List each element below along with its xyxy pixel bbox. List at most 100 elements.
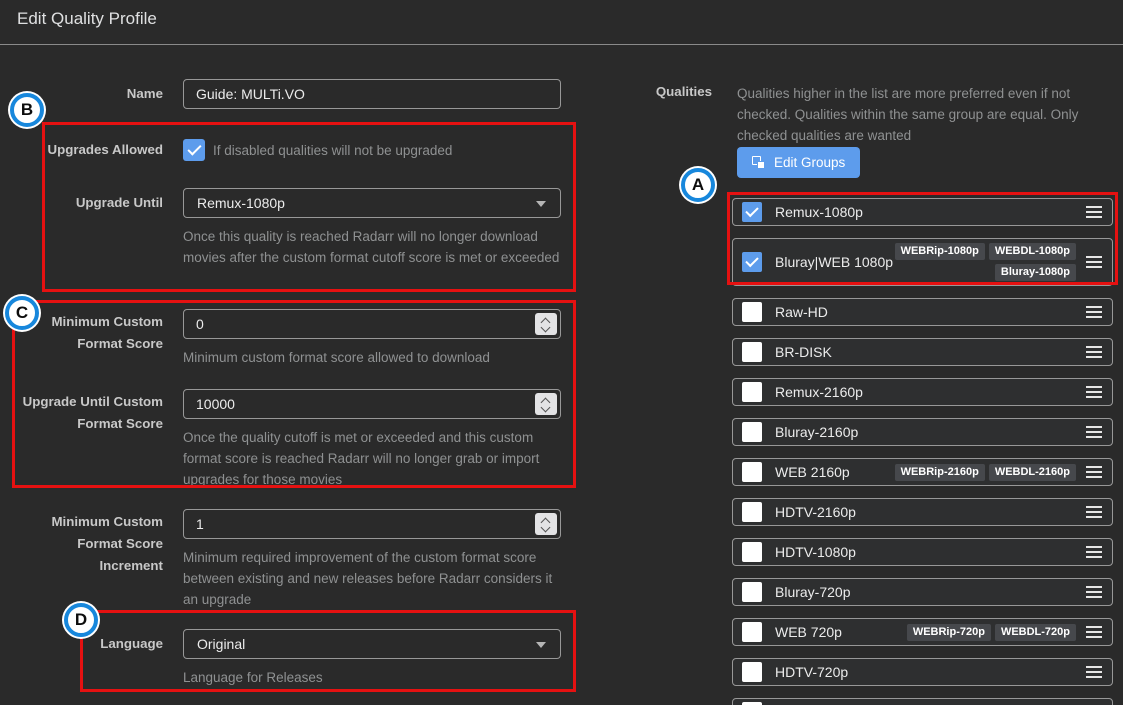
- drag-handle-icon[interactable]: [1086, 206, 1102, 218]
- quality-row: Remux-2160p: [732, 378, 1113, 406]
- drag-handle-icon[interactable]: [1086, 426, 1102, 438]
- quality-checkbox[interactable]: [742, 502, 762, 522]
- quality-row: BR-DISK: [732, 338, 1113, 366]
- quality-name: Bluray-2160p: [775, 424, 858, 440]
- annotation-badge-b: B: [10, 93, 44, 127]
- upgrade-until-value: Remux-1080p: [197, 195, 285, 211]
- quality-name: BR-DISK: [775, 344, 832, 360]
- modal-header: Edit Quality Profile: [0, 0, 1123, 45]
- upgrade-until-label: Upgrade Until: [0, 192, 163, 214]
- upgrades-allowed-help: If disabled qualities will not be upgrad…: [213, 140, 573, 161]
- drag-handle-icon[interactable]: [1086, 586, 1102, 598]
- drag-handle-icon[interactable]: [1086, 506, 1102, 518]
- label-line: Format Score: [0, 413, 163, 435]
- quality-name: Bluray|WEB 1080p: [775, 254, 893, 270]
- drag-handle-icon[interactable]: [1086, 466, 1102, 478]
- drag-handle-icon[interactable]: [1086, 626, 1102, 638]
- quality-row: Bluray-720p: [732, 578, 1113, 606]
- annotation-badge-a: A: [681, 168, 715, 202]
- edit-groups-label: Edit Groups: [774, 155, 845, 170]
- quality-badge: WEBRip-1080p: [895, 243, 985, 260]
- quality-name: WEB 2160p: [775, 464, 850, 480]
- number-stepper-icon[interactable]: [535, 513, 557, 535]
- min-format-score-help: Minimum custom format score allowed to d…: [183, 347, 561, 368]
- chevron-down-icon: [536, 201, 546, 207]
- upgrades-allowed-checkbox[interactable]: [183, 139, 205, 161]
- quality-name: Remux-1080p: [775, 204, 863, 220]
- upgrade-until-help: Once this quality is reached Radarr will…: [183, 226, 561, 268]
- quality-badges: WEBRip-2160pWEBDL-2160p: [895, 460, 1076, 485]
- language-value: Original: [197, 636, 245, 652]
- quality-checkbox[interactable]: [742, 382, 762, 402]
- clone-icon: [752, 156, 765, 169]
- drag-handle-icon[interactable]: [1086, 666, 1102, 678]
- label-line: Format Score: [0, 333, 163, 355]
- quality-checkbox[interactable]: [742, 662, 762, 682]
- quality-row: HDTV-720p: [732, 658, 1113, 686]
- quality-row: Bluray-576p: [732, 698, 1113, 705]
- language-select[interactable]: Original: [183, 629, 561, 659]
- upgrade-until-score-help: Once the quality cutoff is met or exceed…: [183, 427, 561, 490]
- quality-name: Raw-HD: [775, 304, 828, 320]
- quality-name: Remux-2160p: [775, 384, 863, 400]
- quality-checkbox[interactable]: [742, 542, 762, 562]
- label-line: Format Score: [0, 533, 163, 555]
- drag-handle-icon[interactable]: [1086, 346, 1102, 358]
- quality-name: HDTV-2160p: [775, 504, 856, 520]
- quality-checkbox[interactable]: [742, 302, 762, 322]
- quality-badge: WEBRip-2160p: [895, 464, 985, 481]
- quality-badge: WEBDL-2160p: [989, 464, 1076, 481]
- quality-badge: WEBRip-720p: [907, 624, 991, 641]
- upgrade-until-select[interactable]: Remux-1080p: [183, 188, 561, 218]
- qualities-description: Qualities higher in the list are more pr…: [737, 83, 1095, 146]
- quality-checkbox[interactable]: [742, 202, 762, 222]
- quality-name: HDTV-1080p: [775, 544, 856, 560]
- quality-checkbox[interactable]: [742, 582, 762, 602]
- edit-groups-button[interactable]: Edit Groups: [737, 147, 860, 178]
- quality-name: WEB 720p: [775, 624, 842, 640]
- language-help: Language for Releases: [183, 667, 561, 688]
- number-stepper-icon[interactable]: [535, 393, 557, 415]
- quality-badges: WEBRip-720pWEBDL-720p: [907, 620, 1076, 645]
- label-line: Upgrade Until Custom: [0, 391, 163, 413]
- page-title: Edit Quality Profile: [17, 9, 157, 29]
- min-increment-label: Minimum Custom Format Score Increment: [0, 511, 163, 577]
- quality-checkbox[interactable]: [742, 422, 762, 442]
- min-increment-help: Minimum required improvement of the cust…: [183, 547, 561, 610]
- quality-checkbox[interactable]: [742, 622, 762, 642]
- quality-badge: WEBDL-720p: [995, 624, 1076, 641]
- annotation-badge-d: D: [64, 603, 98, 637]
- quality-badge: WEBDL-1080p: [989, 243, 1076, 260]
- quality-row: WEB 2160p WEBRip-2160pWEBDL-2160p: [732, 458, 1113, 486]
- qualities-label: Qualities: [620, 84, 712, 99]
- quality-list: Remux-1080p Bluray|WEB 1080p WEBRip-1080…: [732, 198, 1113, 705]
- quality-row: WEB 720p WEBRip-720pWEBDL-720p: [732, 618, 1113, 646]
- upgrade-until-score-input[interactable]: [183, 389, 561, 419]
- upgrades-allowed-label: Upgrades Allowed: [0, 139, 163, 161]
- quality-row: Bluray|WEB 1080p WEBRip-1080pWEBDL-1080p…: [732, 238, 1113, 286]
- annotation-badge-c: C: [5, 296, 39, 330]
- chevron-down-icon: [536, 642, 546, 648]
- label-line: Minimum Custom: [0, 511, 163, 533]
- quality-row: Raw-HD: [732, 298, 1113, 326]
- min-increment-input[interactable]: [183, 509, 561, 539]
- quality-row: Remux-1080p: [732, 198, 1113, 226]
- drag-handle-icon[interactable]: [1086, 386, 1102, 398]
- drag-handle-icon[interactable]: [1086, 306, 1102, 318]
- quality-checkbox[interactable]: [742, 342, 762, 362]
- drag-handle-icon[interactable]: [1086, 546, 1102, 558]
- quality-row: Bluray-2160p: [732, 418, 1113, 446]
- quality-row: HDTV-1080p: [732, 538, 1113, 566]
- name-input[interactable]: [183, 79, 561, 109]
- number-stepper-icon[interactable]: [535, 313, 557, 335]
- quality-checkbox[interactable]: [742, 462, 762, 482]
- quality-name: HDTV-720p: [775, 664, 848, 680]
- quality-badge: Bluray-1080p: [995, 264, 1076, 281]
- quality-checkbox[interactable]: [742, 252, 762, 272]
- quality-name: Bluray-720p: [775, 584, 851, 600]
- quality-row: HDTV-2160p: [732, 498, 1113, 526]
- upgrade-until-score-label: Upgrade Until Custom Format Score: [0, 391, 163, 435]
- label-line: Increment: [0, 555, 163, 577]
- min-format-score-input[interactable]: [183, 309, 561, 339]
- drag-handle-icon[interactable]: [1086, 256, 1102, 268]
